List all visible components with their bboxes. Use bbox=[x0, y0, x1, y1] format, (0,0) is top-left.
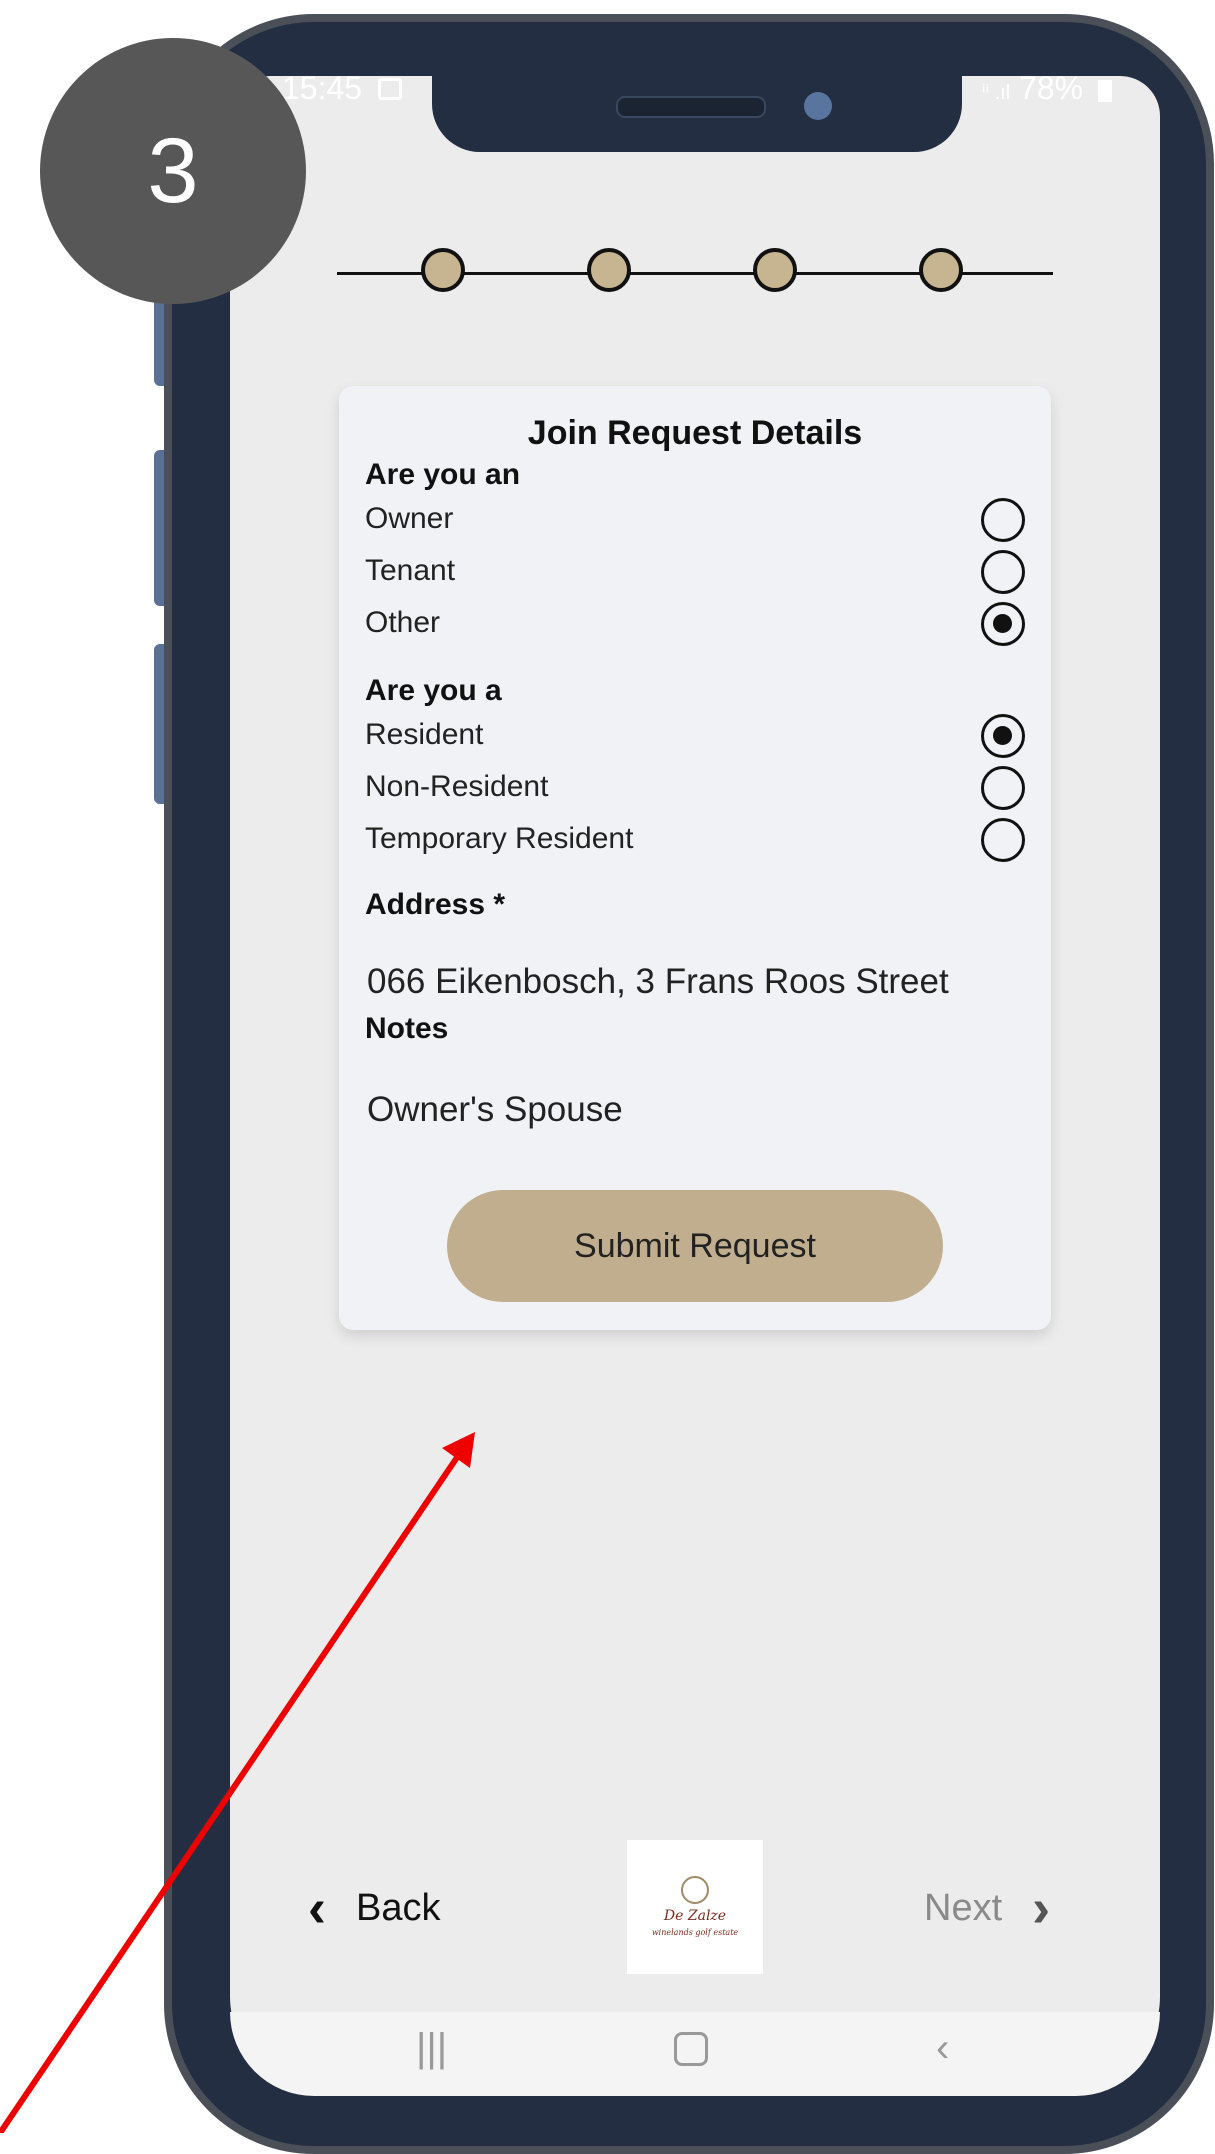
logo-seal-icon bbox=[681, 1876, 709, 1904]
android-navigation-bar: ||| ‹ bbox=[230, 2012, 1160, 2096]
logo-subtitle: winelands golf estate bbox=[651, 1928, 739, 1937]
back-label: Back bbox=[355, 1886, 441, 1929]
next-button[interactable]: Next › bbox=[924, 1878, 1051, 1938]
logo-script-text: De Zalze bbox=[663, 1908, 727, 1924]
estate-logo: De Zalze winelands golf estate bbox=[627, 1840, 763, 1974]
chevron-left-icon: ‹ bbox=[308, 1878, 326, 1938]
back-button[interactable]: ‹ Back bbox=[308, 1878, 441, 1938]
annotation-arrow bbox=[0, 1432, 475, 2133]
chevron-right-icon: › bbox=[1032, 1878, 1051, 1938]
system-back-icon[interactable]: ‹ bbox=[936, 2026, 949, 2071]
home-icon[interactable] bbox=[674, 2032, 708, 2066]
recents-icon[interactable]: ||| bbox=[416, 2026, 447, 2071]
next-label: Next bbox=[924, 1886, 1003, 1929]
arrow-head bbox=[442, 1432, 475, 1468]
